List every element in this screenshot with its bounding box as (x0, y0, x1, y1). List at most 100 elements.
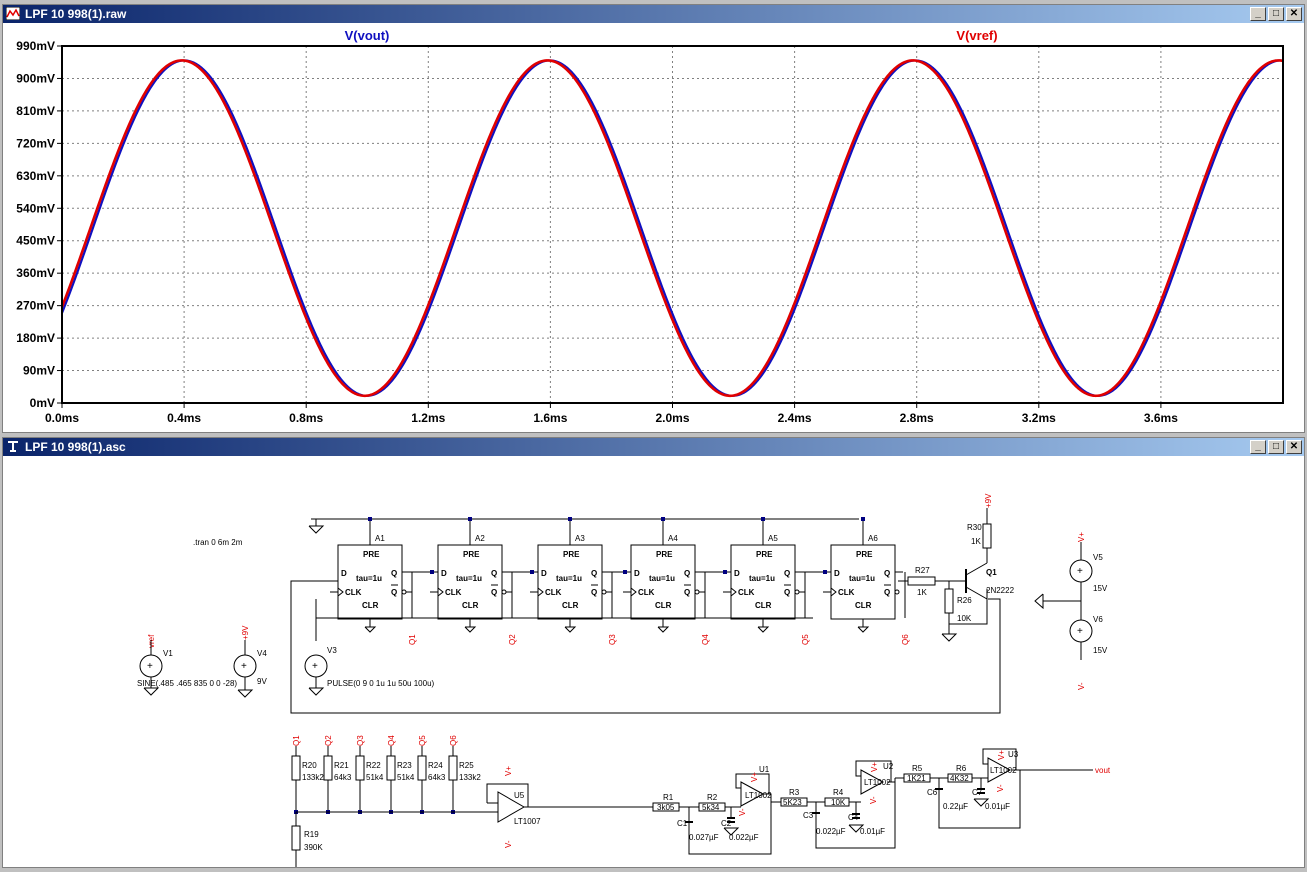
schematic-canvas[interactable]: .tran 0 6m 2m A1 PRE Dtau=1u Q CLK Q CLR Q1 A2 PR… (3, 456, 1304, 868)
x-tick-label: 2.4ms (778, 411, 812, 425)
q-net-label: Q3 (608, 634, 617, 645)
pin-clr: CLR (362, 601, 379, 610)
r27-label: R27 (915, 566, 930, 575)
svg-text:+: + (312, 661, 318, 672)
y-tick-label: 0mV (30, 396, 55, 410)
c7-value: 0.01µF (985, 802, 1010, 811)
pin-qbar: Q (491, 588, 497, 597)
flipflop-name: A2 (475, 534, 485, 543)
x-tick-label: 1.6ms (533, 411, 567, 425)
v4-label: V4 (257, 649, 267, 658)
plot-grid (62, 46, 1283, 403)
q-net-label: Q5 (418, 735, 427, 746)
close-button[interactable]: ✕ (1286, 440, 1302, 454)
pin-clr: CLR (462, 601, 479, 610)
schematic-titlebar[interactable]: LPF 10 998(1).asc _ □ ✕ (3, 438, 1304, 456)
flipflop-a5[interactable]: A5 PRE Dtau=1u Q CLK Q CLR Q5 (723, 517, 831, 645)
legend-vref[interactable]: V(vref) (956, 28, 997, 43)
waveform-window-icon (6, 7, 20, 20)
y-tick-label: 450mV (16, 234, 55, 248)
waveform-window[interactable]: LPF 10 998(1).raw _ □ ✕ 0mV 90mV 180mV 270m… (2, 4, 1305, 433)
flipflop-a1[interactable]: A1 PRE Dtau=1u Q CLK Q CLR Q1 (330, 517, 438, 645)
resistor-r21[interactable]: Q2 R21 64k3 (323, 735, 352, 814)
x-tick-label: 0.4ms (167, 411, 201, 425)
r30-label: R30 (967, 523, 982, 532)
resistor-name: R24 (428, 761, 443, 770)
vminus-net-label: V- (1077, 682, 1086, 690)
r1-value: 3k05 (657, 803, 675, 812)
maximize-button[interactable]: □ (1268, 440, 1284, 454)
flipflop-a6[interactable]: A6 PRE Dtau=1u Q CLK Q CLR Q6 (823, 517, 910, 645)
minimize-button[interactable]: _ (1250, 7, 1266, 21)
pin-tau: tau=1u (456, 574, 482, 583)
r5-value: 1K21 (907, 774, 926, 783)
v5-label: V5 (1093, 553, 1103, 562)
q-net-label: Q6 (901, 634, 910, 645)
pin-d: D (441, 569, 447, 578)
legend-vout[interactable]: V(vout) (345, 28, 390, 43)
c2-label: C2 (721, 819, 732, 828)
flipflop-name: A4 (668, 534, 678, 543)
r26-resistor[interactable] (944, 588, 954, 614)
r5-label: R5 (912, 764, 923, 773)
r27-resistor[interactable] (907, 576, 936, 586)
resistor-r20[interactable]: Q1 R20 133k2 (291, 735, 324, 814)
pin-d: D (834, 569, 840, 578)
c4-label: C4 (848, 813, 859, 822)
resistor-r23[interactable]: Q4 R23 51k4 (386, 735, 415, 814)
resistor-r24[interactable]: Q5 R24 64k3 (417, 735, 446, 814)
maximize-button[interactable]: □ (1268, 7, 1284, 21)
resistor-name: R23 (397, 761, 412, 770)
pin-pre: PRE (856, 550, 873, 559)
q-net-label: Q4 (387, 735, 396, 746)
tran-directive[interactable]: .tran 0 6m 2m (193, 538, 243, 547)
x-tick-label: 2.8ms (900, 411, 934, 425)
r27-value: 1K (917, 588, 927, 597)
pin-qbar: Q (391, 588, 397, 597)
flipflop-a4[interactable]: A4 PRE Dtau=1u Q CLK Q CLR Q4 (623, 517, 731, 645)
vout-net-label: vout (1095, 766, 1111, 775)
u3-model: LT1002 (990, 766, 1017, 775)
q-net-label: Q1 (408, 634, 417, 645)
minimize-button[interactable]: _ (1250, 440, 1266, 454)
flipflop-name: A5 (768, 534, 778, 543)
pin-clr: CLR (562, 601, 579, 610)
pin-clk: CLK (545, 588, 562, 597)
pin-qbar: Q (784, 588, 790, 597)
y-tick-label: 900mV (16, 71, 55, 85)
resistor-r25[interactable]: Q6 R25 133k2 (448, 735, 481, 814)
v3-label: V3 (327, 646, 337, 655)
pin-q: Q (884, 569, 890, 578)
u3-vplus: V+ (997, 750, 1006, 760)
x-tick-label: 3.2ms (1022, 411, 1056, 425)
y-tick-label: 990mV (16, 39, 55, 53)
schematic-window[interactable]: LPF 10 998(1).asc _ □ ✕ .tran 0 6m 2m A1… (2, 437, 1305, 868)
resistor-r22[interactable]: Q3 R22 51k4 (355, 735, 384, 814)
u3-vminus: V- (996, 784, 1005, 792)
v1-label: V1 (163, 649, 173, 658)
u5-vplus: V+ (504, 766, 513, 776)
v4-net-label: +9V (241, 625, 250, 640)
c7-label: C7 (972, 788, 983, 797)
y-tick-label: 90mV (23, 364, 55, 378)
pin-d: D (734, 569, 740, 578)
resistor-value: 64k3 (334, 773, 352, 782)
flipflop-a2[interactable]: A2 PRE Dtau=1u Q CLK Q CLR Q2 (430, 517, 538, 645)
waveform-plot[interactable]: 0mV 90mV 180mV 270mV 360mV 450mV 540mV 630mV 720… (3, 23, 1304, 432)
y-tick-label: 630mV (16, 169, 55, 183)
pin-clk: CLK (838, 588, 855, 597)
y-tick-label: 180mV (16, 331, 55, 345)
flipflop-a3[interactable]: A3 PRE Dtau=1u Q CLK Q CLR Q3 (530, 517, 631, 645)
q-net-label: Q5 (801, 634, 810, 645)
c1-value: 0.027µF (689, 833, 719, 842)
pin-q: Q (784, 569, 790, 578)
pin-tau: tau=1u (649, 574, 675, 583)
r4-label: R4 (833, 788, 844, 797)
r19-resistor[interactable] (291, 825, 301, 851)
r2-value: 5k34 (702, 803, 720, 812)
resistor-value: 51k4 (366, 773, 384, 782)
r26-value: 10K (957, 614, 972, 623)
r30-resistor[interactable] (982, 523, 992, 549)
waveform-titlebar[interactable]: LPF 10 998(1).raw _ □ ✕ (3, 5, 1304, 23)
close-button[interactable]: ✕ (1286, 7, 1302, 21)
